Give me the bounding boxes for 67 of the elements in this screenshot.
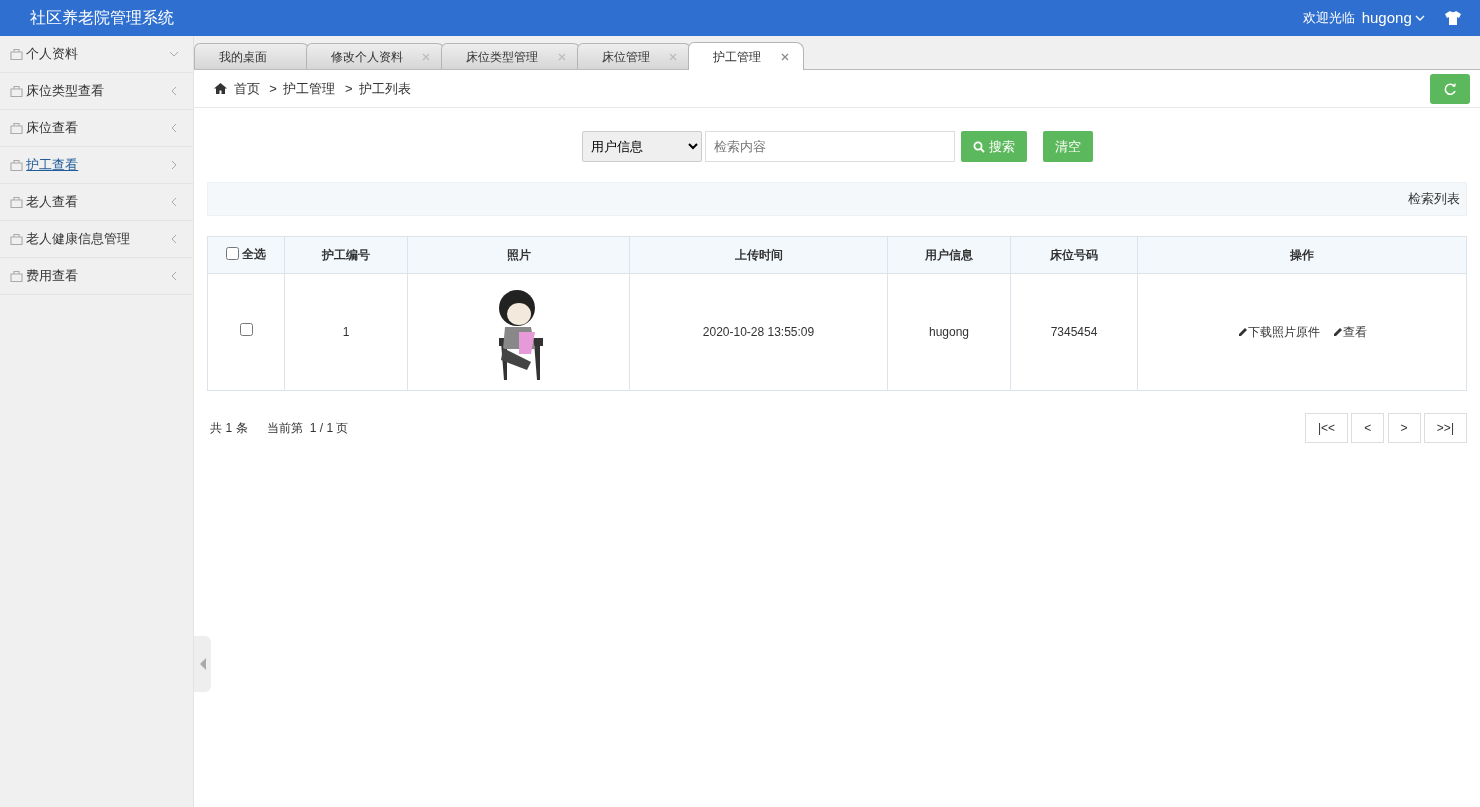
table-cell: 1 — [284, 273, 408, 391]
action-link[interactable]: 下载照片原件 — [1237, 323, 1320, 341]
page-info: 当前第 1 / 1 页 — [267, 420, 349, 437]
chevron-left-icon — [169, 234, 179, 244]
user-menu[interactable]: hugong — [1361, 6, 1425, 30]
page-button[interactable]: < — [1351, 413, 1385, 443]
select-all-label[interactable]: 全选 — [242, 244, 267, 263]
column-header: 护工编号 — [284, 236, 408, 274]
chevron-down-icon — [169, 49, 179, 59]
field-select[interactable]: 用户信息 — [581, 131, 702, 162]
sidebar-item[interactable]: 床位类型查看 — [0, 73, 193, 110]
sidebar-item[interactable]: 费用查看 — [0, 258, 193, 295]
column-header: 用户信息 — [887, 236, 1011, 274]
sidebar-item[interactable]: 老人健康信息管理 — [0, 221, 193, 258]
table-cell: 7345454 — [1010, 273, 1138, 391]
pencil-icon — [1332, 327, 1343, 337]
refresh-button[interactable] — [1430, 73, 1470, 104]
page-button[interactable]: > — [1387, 413, 1421, 443]
column-header: 照片 — [407, 236, 630, 274]
search-icon — [973, 140, 986, 153]
chevron-left-icon — [169, 197, 179, 207]
breadcrumb-link[interactable]: 首页 — [233, 78, 260, 99]
column-header: 操作 — [1137, 236, 1467, 274]
action-link[interactable]: 查看 — [1332, 323, 1367, 341]
close-icon[interactable] — [422, 53, 430, 62]
table-cell: 2020-10-28 13:55:09 — [629, 273, 888, 391]
page-button[interactable]: |<< — [1304, 413, 1349, 443]
tab[interactable]: 护工管理 — [688, 42, 804, 70]
refresh-icon — [1443, 81, 1457, 96]
total-count: 共 1 条 — [210, 420, 248, 437]
app-title: 社区养老院管理系统 — [30, 8, 174, 28]
column-header: 上传时间 — [629, 236, 888, 274]
home-icon — [214, 83, 227, 94]
table-cell: hugong — [887, 273, 1011, 391]
close-icon[interactable] — [669, 53, 677, 62]
bag-icon — [10, 270, 23, 282]
breadcrumb-link[interactable]: 护工管理 — [283, 78, 336, 99]
pencil-icon — [1237, 327, 1248, 337]
shirt-icon[interactable] — [1444, 11, 1461, 25]
bag-icon — [10, 48, 23, 60]
bag-icon — [10, 122, 23, 134]
bag-icon — [10, 233, 23, 245]
welcome-text: 欢迎光临 — [1303, 9, 1356, 28]
collapse-handle[interactable] — [194, 636, 211, 692]
row-checkbox[interactable] — [239, 323, 253, 336]
bag-icon — [10, 159, 23, 171]
breadcrumb-current: 护工列表 — [359, 79, 412, 98]
sidebar-item[interactable]: 个人资料 — [0, 36, 193, 73]
chevron-left-icon — [169, 123, 179, 133]
search-field[interactable]: 检索内容 — [704, 131, 955, 162]
breadcrumb-separator: > — [345, 79, 353, 98]
close-icon[interactable] — [557, 53, 566, 62]
breadcrumb-separator: > — [269, 79, 277, 98]
chevron-right-icon — [169, 160, 179, 170]
chevron-left-icon — [169, 86, 179, 96]
column-header: 床位号码 — [1010, 236, 1138, 274]
caret-icon — [1415, 15, 1425, 21]
sidebar-item[interactable]: 老人查看 — [0, 184, 193, 221]
close-icon[interactable] — [780, 53, 789, 62]
select-all-checkbox[interactable] — [225, 247, 239, 261]
sidebar-item[interactable]: 护工查看 — [0, 147, 193, 184]
chevron-left-icon — [169, 271, 179, 281]
list-title: 检索列表 — [1407, 190, 1460, 209]
page-button[interactable]: >>| — [1423, 413, 1467, 443]
bag-icon — [10, 196, 23, 208]
sidebar-item[interactable]: 床位查看 — [0, 110, 193, 147]
bag-icon — [10, 85, 23, 97]
